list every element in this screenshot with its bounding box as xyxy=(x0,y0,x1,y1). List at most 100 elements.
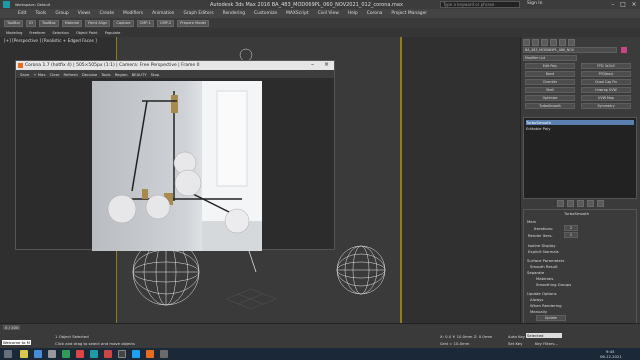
close-icon[interactable]: × xyxy=(629,0,639,9)
toolbar-button[interactable]: CMP-1 xyxy=(136,19,154,27)
ribbon-tab[interactable]: Selection xyxy=(50,29,71,36)
render-iters-spinner[interactable]: 2 xyxy=(564,232,578,238)
taskbar-app-icon-4[interactable] xyxy=(118,350,126,358)
frame-tool-button[interactable]: Denoise xyxy=(82,72,97,77)
materials-checkbox[interactable]: Materials xyxy=(536,276,553,281)
rollout-title[interactable]: TurboSmooth xyxy=(564,211,589,216)
modifier-preset-button[interactable]: Bend xyxy=(525,71,575,77)
toolbar-button[interactable]: IO xyxy=(26,19,37,27)
modifier-preset-button[interactable]: Quad Cap Fix xyxy=(581,79,631,85)
modify-tab-icon[interactable] xyxy=(532,39,539,46)
search-input[interactable]: Type a keyword or phrase xyxy=(440,1,520,8)
modifier-preset-button[interactable]: Optimize xyxy=(525,95,575,101)
manually-radio[interactable]: Manually xyxy=(530,309,547,314)
toolbar-button[interactable]: Prepare Model xyxy=(177,19,209,27)
when-rendering-radio[interactable]: When Rendering xyxy=(530,303,562,308)
frame-tool-button[interactable]: Refresh xyxy=(64,72,78,77)
workspace-selector[interactable]: Workspace: Default xyxy=(13,1,53,8)
modifier-preset-button[interactable]: Symmetry xyxy=(581,103,631,109)
ribbon-tab[interactable]: Object Paint xyxy=(73,29,100,36)
modifier-preset-button[interactable]: FFD(box) xyxy=(581,71,631,77)
modifier-preset-button[interactable]: UVW Map xyxy=(581,95,631,101)
frame-tool-button[interactable]: Save xyxy=(20,72,29,77)
stack-item-turbosmooth[interactable]: TurboSmooth xyxy=(526,120,634,125)
modifier-preset-button[interactable]: Unwrap UVW xyxy=(581,87,631,93)
smooth-result-checkbox[interactable]: Smooth Result xyxy=(530,264,558,269)
object-color-swatch[interactable] xyxy=(621,47,627,53)
taskbar-app-icon[interactable] xyxy=(48,350,56,358)
menu-item[interactable]: Help xyxy=(348,11,358,16)
edge-icon[interactable] xyxy=(34,350,42,358)
display-tab-icon[interactable] xyxy=(559,39,566,46)
menu-item[interactable]: Modifiers xyxy=(123,11,143,16)
frame-tool-button[interactable]: Region xyxy=(115,72,128,77)
frame-tool-button[interactable]: Clear xyxy=(50,72,60,77)
toolbar-button[interactable]: Material xyxy=(61,19,83,27)
utilities-tab-icon[interactable] xyxy=(568,39,575,46)
taskbar-app-icon-3[interactable] xyxy=(104,350,112,358)
pin-stack-icon[interactable] xyxy=(556,200,564,207)
stack-item-editable-poly[interactable]: Editable Poly xyxy=(526,126,550,131)
object-name-field[interactable]: BA_483_MOD069PL_060_NOV xyxy=(523,47,617,53)
maxscript-listener[interactable]: Welcome to M xyxy=(2,340,31,345)
excel-icon[interactable] xyxy=(62,350,70,358)
key-filters-button[interactable]: Key Filters... xyxy=(535,341,558,346)
modifier-list-dropdown[interactable]: Modifier List xyxy=(523,55,577,61)
frame-tool-button[interactable]: Tools xyxy=(101,72,110,77)
viewport-label[interactable]: [+] [Perspective ] [Realistic + Edged Fa… xyxy=(4,38,97,43)
hierarchy-tab-icon[interactable] xyxy=(541,39,548,46)
menu-item[interactable]: Civil View xyxy=(318,11,339,16)
taskbar-app-icon-5[interactable] xyxy=(132,350,140,358)
frame-tool-button[interactable]: BEAUTY xyxy=(132,72,147,77)
menu-item[interactable]: Animation xyxy=(152,11,174,16)
always-radio[interactable]: Always xyxy=(530,297,543,302)
menu-item[interactable]: MAXScript xyxy=(286,11,309,16)
menu-item[interactable]: Project Manager xyxy=(391,11,427,16)
corona-frame-buffer[interactable]: Corona 1.7 (hotfix 4) | 505×505px (1:1) … xyxy=(15,60,335,251)
menu-item[interactable]: Views xyxy=(78,11,91,16)
clock-date[interactable]: 06.12.2021 xyxy=(600,354,622,359)
menu-item[interactable]: Customize xyxy=(254,11,277,16)
menu-item[interactable]: Tools xyxy=(36,11,47,16)
update-button[interactable]: Update xyxy=(536,315,566,321)
toolbar-button[interactable]: Paint Align xyxy=(85,19,111,27)
modifier-preset-button[interactable]: Edit Poly xyxy=(525,63,575,69)
explicit-normals-checkbox[interactable]: Explicit Normals xyxy=(528,249,559,254)
modifier-stack[interactable]: TurboSmooth Editable Poly xyxy=(523,117,637,199)
motion-tab-icon[interactable] xyxy=(550,39,557,46)
frame-tool-button[interactable]: + Max xyxy=(33,72,45,77)
taskbar-app-icon-6[interactable] xyxy=(160,350,168,358)
sign-in-link[interactable]: Sign In xyxy=(527,1,542,6)
app-logo-icon[interactable] xyxy=(3,1,10,8)
menu-item[interactable]: Graph Editors xyxy=(183,11,213,16)
toolbar-button[interactable]: Capture xyxy=(113,19,134,27)
taskbar-app-icon-2[interactable] xyxy=(76,350,84,358)
menu-item[interactable]: Group xyxy=(55,11,68,16)
toolbar-button[interactable]: CMP-2 xyxy=(156,19,175,27)
3dsmax-icon[interactable] xyxy=(90,350,98,358)
ribbon-tab[interactable]: Freeform xyxy=(27,29,48,36)
modifier-preset-button[interactable]: Chamfer xyxy=(525,79,575,85)
frame-minimize-icon[interactable]: – xyxy=(311,61,314,68)
isoline-checkbox[interactable]: Isoline Display xyxy=(528,243,555,248)
frame-tool-button[interactable]: Stop xyxy=(151,72,160,77)
set-key-button[interactable]: Set Key xyxy=(508,341,522,346)
toolbar-button[interactable]: ToolBox xyxy=(39,19,59,27)
ribbon-tab[interactable]: Populate xyxy=(102,29,123,36)
configure-sets-icon[interactable] xyxy=(596,200,604,207)
modifier-preset-button[interactable]: TurboSmooth xyxy=(525,103,575,109)
create-tab-icon[interactable] xyxy=(523,39,530,46)
corona-taskbar-icon[interactable] xyxy=(146,350,154,358)
remove-modifier-icon[interactable] xyxy=(586,200,594,207)
frame-close-icon[interactable]: × xyxy=(324,61,329,68)
minimize-icon[interactable]: – xyxy=(608,0,618,9)
menu-item[interactable]: Edit xyxy=(18,11,27,16)
selected-dropdown[interactable]: Selected xyxy=(526,333,562,338)
iterations-spinner[interactable]: 2 xyxy=(564,225,578,231)
toolbar-button[interactable]: ToolBar xyxy=(4,19,24,27)
menu-item[interactable]: Rendering xyxy=(223,11,245,16)
modifier-preset-button[interactable]: Shell xyxy=(525,87,575,93)
ribbon-tab[interactable]: Modeling xyxy=(4,29,25,36)
menu-item[interactable]: Create xyxy=(99,11,114,16)
make-unique-icon[interactable] xyxy=(576,200,584,207)
